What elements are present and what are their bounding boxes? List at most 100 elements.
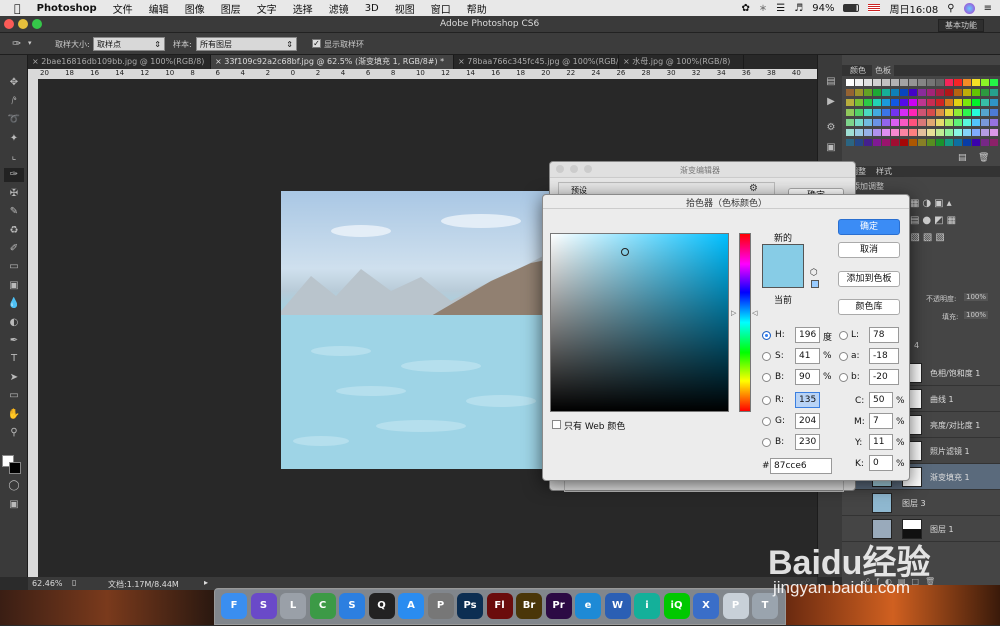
- hue-slider-arrow-left[interactable]: ▷: [731, 309, 736, 317]
- color-swatch[interactable]: [945, 129, 953, 136]
- app-menu[interactable]: Photoshop: [37, 3, 97, 14]
- dock-app-flash[interactable]: Fl: [486, 593, 513, 619]
- menu-layer[interactable]: 图层: [221, 1, 241, 16]
- color-swatch[interactable]: [918, 89, 926, 96]
- dock-app-qq[interactable]: Q: [368, 593, 395, 619]
- shape-tool-icon[interactable]: ▭: [4, 389, 24, 403]
- move-tool-icon[interactable]: ✥: [4, 76, 24, 90]
- color-swatch[interactable]: [918, 119, 926, 126]
- color-swatch[interactable]: [945, 109, 953, 116]
- hand-tool-icon[interactable]: ✋: [4, 408, 24, 422]
- volume-icon[interactable]: ♬: [794, 3, 803, 14]
- b-brightness-field[interactable]: 90: [795, 369, 820, 385]
- color-swatch[interactable]: [891, 139, 899, 146]
- tool-preset-chevron-icon[interactable]: ▾: [28, 39, 32, 47]
- screen-mode-icon[interactable]: ▣: [4, 498, 24, 512]
- background-color-swatch[interactable]: [9, 462, 21, 474]
- color-swatch[interactable]: [864, 139, 872, 146]
- actions-panel-icon[interactable]: ▶: [821, 95, 841, 109]
- menu-file[interactable]: 文件: [113, 1, 133, 16]
- color-swatch[interactable]: [864, 89, 872, 96]
- zoom-button[interactable]: [584, 165, 592, 173]
- adjustment-icons[interactable]: ☀▦◑▣▴ ⚖▤●◩▦ ▧▧▧▧: [898, 195, 998, 250]
- dock-app-premiere[interactable]: Pr: [545, 593, 572, 619]
- color-libraries-button[interactable]: 颜色库: [838, 299, 900, 315]
- zoom-button[interactable]: [32, 19, 42, 29]
- dock-app-safari[interactable]: S: [339, 593, 365, 619]
- radio-l[interactable]: [839, 331, 848, 340]
- clone-stamp-tool-icon[interactable]: ♻: [4, 224, 24, 238]
- doc-tab[interactable]: × 2bae16816db109bb.jpg @ 100%(RGB/8): [28, 55, 211, 69]
- color-swatch[interactable]: [864, 129, 872, 136]
- color-swatch[interactable]: [981, 139, 989, 146]
- crop-tool-icon[interactable]: ⌞: [4, 150, 24, 164]
- color-swatch[interactable]: [963, 79, 971, 86]
- color-swatch[interactable]: [918, 139, 926, 146]
- butterfly-icon[interactable]: ✿: [742, 3, 750, 14]
- color-swatch[interactable]: [873, 99, 881, 106]
- radio-a[interactable]: [839, 352, 848, 361]
- apple-icon[interactable]: : [14, 2, 21, 15]
- color-swatch[interactable]: [909, 129, 917, 136]
- pen-tool-icon[interactable]: ✒: [4, 334, 24, 348]
- sample-size-select[interactable]: 取样点 ⇕: [93, 37, 165, 51]
- dock-app-system-preferences[interactable]: P: [427, 593, 454, 619]
- menu-image[interactable]: 图像: [185, 1, 205, 16]
- minimize-button[interactable]: [570, 165, 578, 173]
- color-swatch[interactable]: [909, 79, 917, 86]
- doc-tab[interactable]: × 78baa766c345fc45.jpg @ 100%(RGB/8): [454, 55, 619, 69]
- delete-swatch-icon[interactable]: 🗑: [978, 153, 989, 163]
- export-icon[interactable]: ▯: [72, 578, 76, 587]
- dock-app-app-store[interactable]: A: [398, 593, 424, 619]
- notification-icon[interactable]: ≡: [984, 3, 992, 14]
- close-button[interactable]: [4, 19, 14, 29]
- tab-swatches[interactable]: 色板: [872, 65, 894, 76]
- tab-close-icon[interactable]: ×: [215, 57, 222, 66]
- radio-b-blue[interactable]: [762, 438, 771, 447]
- color-swatch[interactable]: [927, 79, 935, 86]
- color-swatch[interactable]: [945, 89, 953, 96]
- path-select-tool-icon[interactable]: ➤: [4, 371, 24, 385]
- color-swatch[interactable]: [972, 119, 980, 126]
- hex-field[interactable]: 87cce6: [770, 458, 832, 474]
- color-swatch[interactable]: [936, 119, 944, 126]
- k-field[interactable]: 0: [869, 455, 893, 471]
- eyedropper-tool-icon[interactable]: ✑: [4, 168, 24, 182]
- color-swatch[interactable]: [963, 89, 971, 96]
- radio-b-brightness[interactable]: [762, 373, 771, 382]
- color-swatch[interactable]: [891, 99, 899, 106]
- color-swatch[interactable]: [873, 119, 881, 126]
- color-swatch[interactable]: [990, 89, 998, 96]
- spotlight-icon[interactable]: ⚲: [947, 3, 954, 14]
- color-swatch[interactable]: [873, 129, 881, 136]
- color-swatch[interactable]: [945, 139, 953, 146]
- color-swatch[interactable]: [855, 139, 863, 146]
- color-swatch[interactable]: [900, 99, 908, 106]
- tab-styles[interactable]: 样式: [876, 166, 892, 177]
- color-swatch[interactable]: [972, 89, 980, 96]
- color-swatch[interactable]: [873, 79, 881, 86]
- y-field[interactable]: 11: [869, 434, 893, 450]
- color-swatch[interactable]: [936, 99, 944, 106]
- dock-app-iqiyi-app[interactable]: i: [634, 593, 660, 619]
- color-swatch[interactable]: [855, 79, 863, 86]
- zoom-level[interactable]: 62.46%: [32, 579, 63, 588]
- color-swatch[interactable]: [909, 109, 917, 116]
- tab-close-icon[interactable]: ×: [32, 57, 39, 66]
- color-swatch[interactable]: [891, 129, 899, 136]
- color-swatch[interactable]: [981, 89, 989, 96]
- menu-view[interactable]: 视图: [395, 1, 415, 16]
- color-swatch[interactable]: [918, 79, 926, 86]
- close-button[interactable]: [556, 165, 564, 173]
- gradient-tool-icon[interactable]: ▣: [4, 279, 24, 293]
- color-swatch[interactable]: [900, 119, 908, 126]
- color-swatch[interactable]: [936, 89, 944, 96]
- color-swatch[interactable]: [990, 129, 998, 136]
- color-swatch[interactable]: [882, 129, 890, 136]
- color-swatch[interactable]: [909, 119, 917, 126]
- tab-close-icon[interactable]: ×: [623, 57, 630, 66]
- color-swatch[interactable]: [900, 79, 908, 86]
- flag-icon[interactable]: [868, 4, 881, 12]
- menu-help[interactable]: 帮助: [467, 1, 487, 16]
- web-only-checkbox[interactable]: [552, 420, 561, 429]
